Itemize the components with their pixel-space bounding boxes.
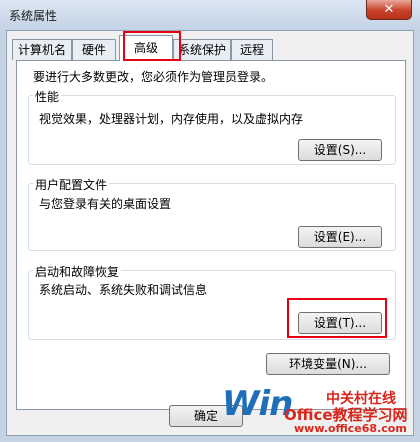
- startup-recovery-description: 系统启动、系统失败和调试信息: [39, 283, 208, 297]
- tab-label: 系统保护: [177, 43, 226, 57]
- tab-computer-name[interactable]: 计算机名: [12, 39, 72, 60]
- user-profiles-title: 用户配置文件: [33, 176, 110, 193]
- environment-variables-button[interactable]: 环境变量(N)...: [266, 353, 390, 375]
- performance-settings-button[interactable]: 设置(S)...: [298, 139, 382, 161]
- button-label: 设置(E)...: [313, 230, 367, 244]
- settings-highlight-box: [287, 298, 387, 338]
- tab-label: 远程: [239, 43, 264, 57]
- close-button[interactable]: ✕: [366, 0, 412, 20]
- title-bar[interactable]: 系统属性 ✕: [0, 0, 420, 30]
- close-icon: ✕: [383, 2, 395, 17]
- user-profiles-settings-button[interactable]: 设置(E)...: [298, 226, 382, 248]
- tab-highlight-box: [123, 31, 181, 61]
- performance-description: 视觉效果，处理器计划，内存使用，以及虚拟内存: [39, 112, 304, 126]
- startup-recovery-title: 启动和故障恢复: [33, 263, 122, 280]
- user-profiles-description: 与您登录有关的桌面设置: [39, 197, 172, 211]
- ok-button[interactable]: 确定: [169, 405, 243, 427]
- tab-hardware[interactable]: 硬件: [72, 39, 116, 60]
- dialog-client-area: 计算机名 硬件 高级 系统保护 远程 要进行大多数更改，您必须作为管理员登录。 …: [6, 30, 414, 436]
- button-label: 确定: [193, 409, 218, 423]
- button-label: 设置(S)...: [313, 143, 367, 157]
- button-label: 环境变量(N)...: [289, 357, 367, 371]
- window-title: 系统属性: [9, 9, 58, 23]
- admin-notice: 要进行大多数更改，您必须作为管理员登录。: [33, 70, 274, 84]
- tab-label: 计算机名: [17, 43, 66, 57]
- tab-system-protection[interactable]: 系统保护: [173, 39, 231, 60]
- tab-label: 硬件: [81, 43, 106, 57]
- performance-title: 性能: [33, 88, 62, 105]
- tab-remote[interactable]: 远程: [231, 39, 273, 60]
